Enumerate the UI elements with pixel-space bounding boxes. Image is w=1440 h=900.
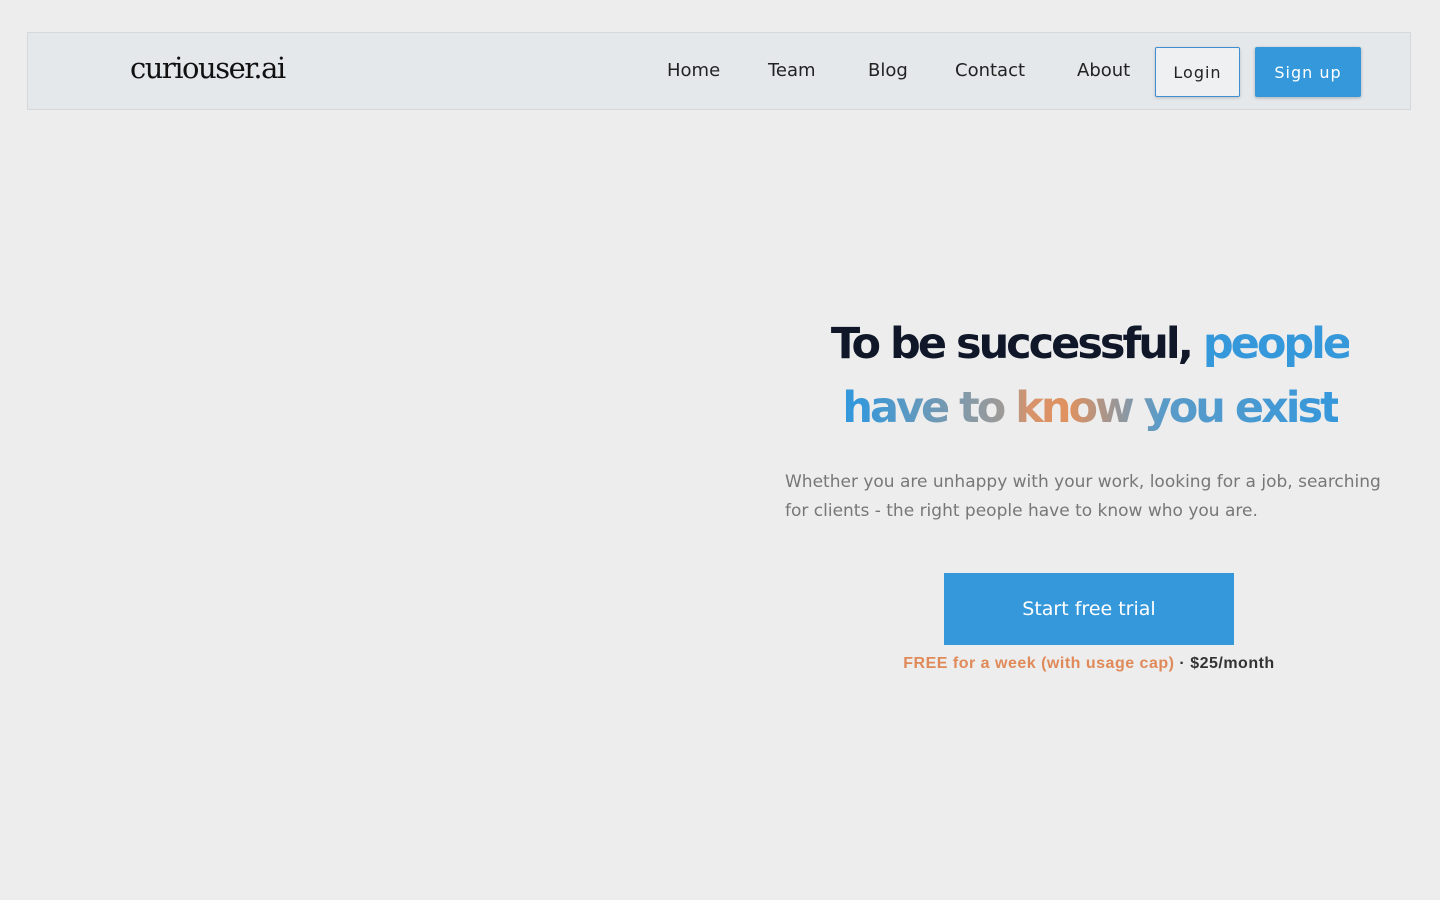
hero-headline: To be successful, people have to know yo… — [780, 312, 1400, 440]
sign-up-button[interactable]: Sign up — [1255, 47, 1361, 97]
pricing-note: FREE for a week (with usage cap) · $25/m… — [780, 655, 1398, 673]
hero-section: To be successful, people have to know yo… — [780, 312, 1400, 526]
nav-link-home[interactable]: Home — [667, 60, 720, 81]
pricing-separator: · — [1179, 655, 1186, 672]
login-button[interactable]: Login — [1155, 47, 1240, 97]
free-trial-note: FREE for a week (with usage cap) — [903, 655, 1175, 672]
nav-link-team[interactable]: Team — [768, 60, 816, 81]
monthly-price: $25/month — [1190, 655, 1275, 672]
nav-link-blog[interactable]: Blog — [868, 60, 908, 81]
brand-logo[interactable]: curiouser.ai — [130, 51, 286, 85]
hero-subtitle: Whether you are unhappy with your work, … — [785, 472, 1381, 521]
nav-link-contact[interactable]: Contact — [955, 60, 1025, 81]
headline-plain-text: To be successful, — [830, 319, 1194, 369]
top-navbar: curiouser.ai Home Team Blog Contact Abou… — [27, 32, 1411, 110]
nav-link-about[interactable]: About — [1077, 60, 1130, 81]
start-free-trial-button[interactable]: Start free trial — [944, 573, 1234, 645]
